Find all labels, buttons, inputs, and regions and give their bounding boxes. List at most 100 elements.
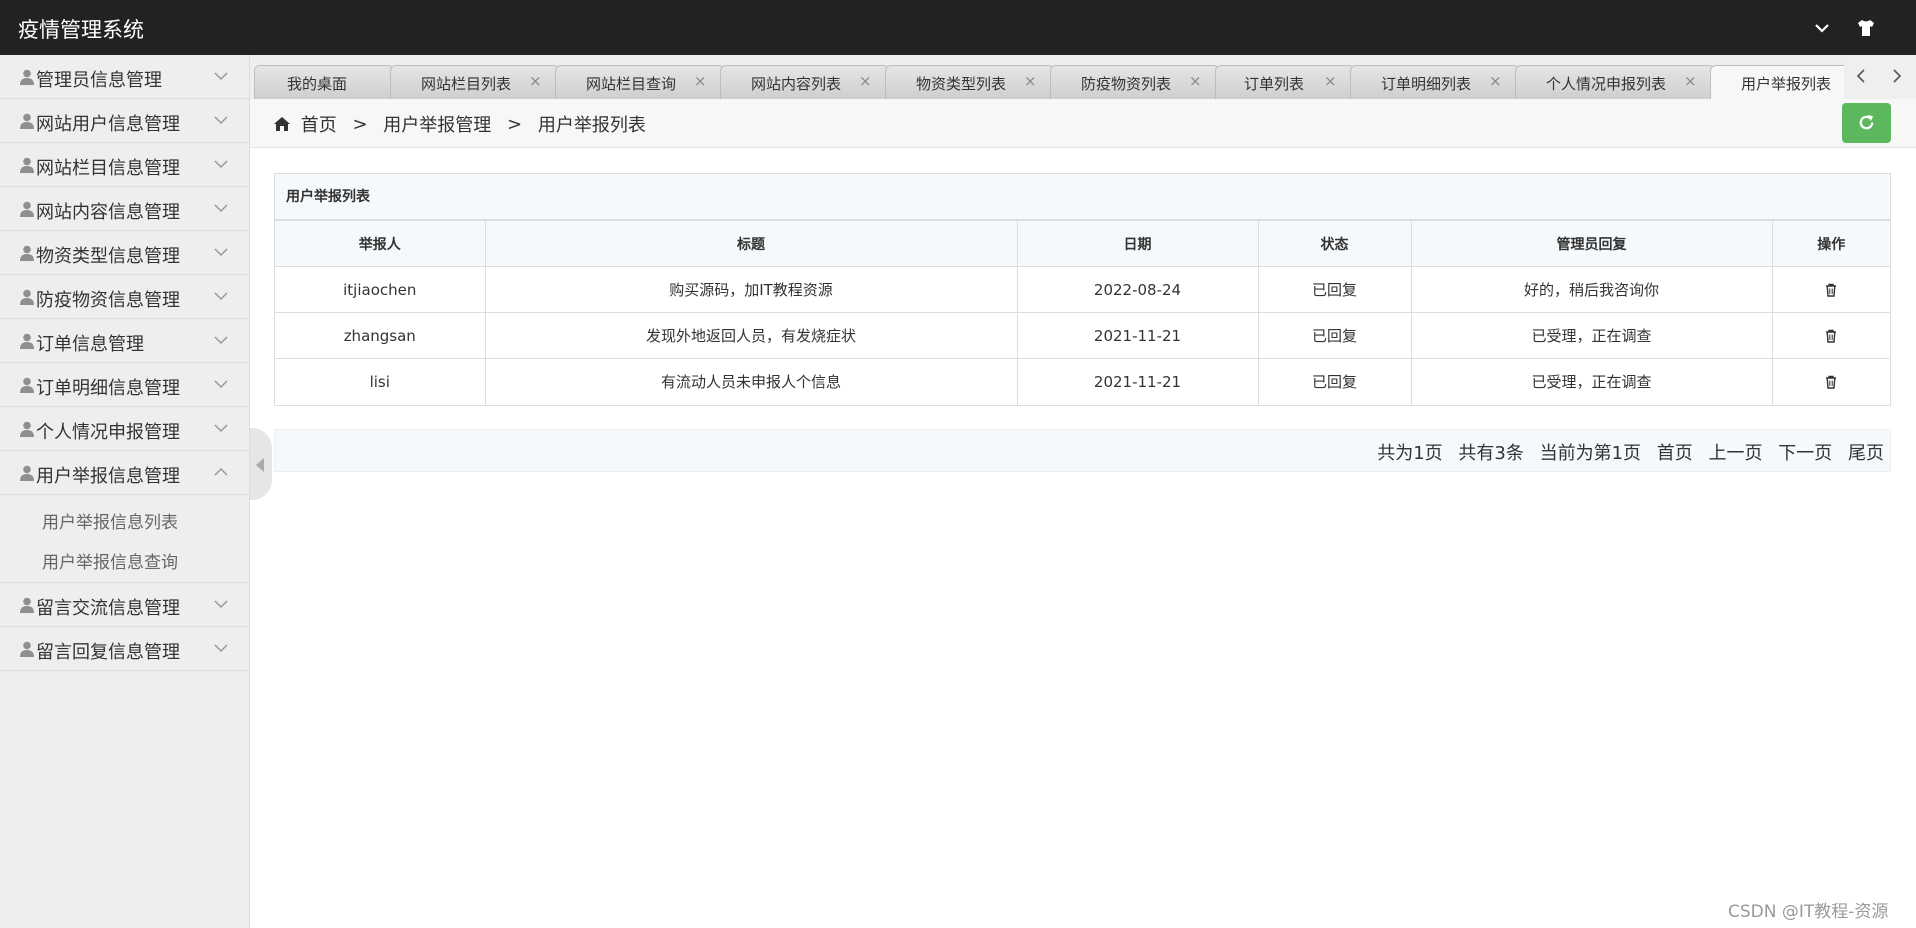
shirt-icon[interactable]	[1854, 16, 1878, 40]
tab-label: 订单列表	[1244, 75, 1305, 93]
pager-last-link[interactable]: 尾页	[1848, 443, 1884, 464]
tab-label: 网站栏目列表	[421, 75, 512, 93]
cell-reporter: itjiaochen	[275, 266, 486, 313]
cell-admin-reply: 已受理，正在调查	[1410, 358, 1773, 405]
column-header-title: 标题	[484, 220, 1018, 267]
close-icon[interactable]: ×	[694, 72, 707, 90]
pager-first-link[interactable]: 首页	[1657, 443, 1693, 464]
sidebar-item-site-user[interactable]: 网站用户信息管理	[0, 99, 249, 143]
cell-status: 已回复	[1257, 266, 1412, 313]
chevron-down-icon	[214, 644, 228, 653]
pager-current-page: 当前为第1页	[1539, 443, 1642, 464]
cell-title: 购买源码，加IT教程资源	[484, 266, 1018, 313]
chevron-down-icon	[214, 600, 228, 609]
tab-order-list[interactable]: 订单列表 ×	[1215, 65, 1355, 99]
close-icon[interactable]: ×	[1189, 72, 1202, 90]
tab-label: 物资类型列表	[916, 75, 1007, 93]
cell-date: 2022-08-24	[1016, 266, 1259, 313]
cell-actions	[1771, 266, 1890, 313]
tab-label: 防疫物资列表	[1081, 75, 1172, 93]
pager-total-pages: 共为1页	[1377, 443, 1443, 464]
sidebar-item-message-reply[interactable]: 留言回复信息管理	[0, 627, 249, 671]
tab-label: 网站内容列表	[751, 75, 842, 93]
tab-scroll-right[interactable]	[1880, 55, 1916, 99]
user-icon	[20, 377, 34, 393]
tab-order-detail-list[interactable]: 订单明细列表 ×	[1350, 65, 1520, 99]
sidebar-item-user-report[interactable]: 用户举报信息管理	[0, 451, 249, 495]
table-row: lisi 有流动人员未申报人个信息 2021-11-21 已回复 已受理，正在调…	[275, 358, 1890, 405]
report-table: 举报人 标题 日期 状态 管理员回复 操作 itjiaochen 购买源码，加I…	[275, 220, 1890, 405]
trash-icon[interactable]	[1825, 329, 1837, 343]
table-row: itjiaochen 购买源码，加IT教程资源 2022-08-24 已回复 好…	[275, 266, 1890, 313]
close-icon[interactable]: ×	[859, 72, 872, 90]
tab-scroll-left[interactable]	[1844, 55, 1880, 99]
chevron-down-icon[interactable]	[1810, 16, 1834, 40]
chevron-down-icon	[214, 160, 228, 169]
sidebar-item-personal-declaration[interactable]: 个人情况申报管理	[0, 407, 249, 451]
close-icon[interactable]: ×	[529, 72, 542, 90]
user-icon	[20, 245, 34, 261]
chevron-right-icon	[1893, 69, 1902, 83]
sidebar-item-admin[interactable]: 管理员信息管理	[0, 55, 249, 99]
chevron-down-icon	[214, 248, 228, 257]
caret-left-icon	[256, 458, 264, 472]
pagination-bar: 共为1页 共有3条 当前为第1页 首页 上一页 下一页 尾页	[274, 429, 1891, 472]
sidebar-collapse-handle[interactable]	[250, 428, 272, 500]
tab-site-content-list[interactable]: 网站内容列表 ×	[720, 65, 890, 99]
tab-label: 订单明细列表	[1381, 75, 1472, 93]
sidebar-item-orders[interactable]: 订单信息管理	[0, 319, 249, 363]
home-icon	[274, 117, 290, 131]
tab-supply-type-list[interactable]: 物资类型列表 ×	[885, 65, 1055, 99]
panel-title: 用户举报列表	[275, 174, 1890, 220]
close-icon[interactable]: ×	[1324, 72, 1337, 90]
trash-icon[interactable]	[1825, 283, 1837, 297]
tab-label: 个人情况申报列表	[1546, 75, 1667, 93]
sidebar-item-order-details[interactable]: 订单明细信息管理	[0, 363, 249, 407]
close-icon[interactable]: ×	[1024, 72, 1037, 90]
breadcrumb-separator: >	[507, 113, 523, 135]
sidebar-item-label: 订单明细信息管理	[36, 378, 180, 399]
column-header-status: 状态	[1257, 220, 1412, 267]
cell-title: 发现外地返回人员，有发烧症状	[484, 312, 1018, 359]
user-icon	[20, 157, 34, 173]
pager-prev-link[interactable]: 上一页	[1709, 443, 1763, 464]
cell-date: 2021-11-21	[1016, 312, 1259, 359]
submenu-item-report-list[interactable]: 用户举报信息列表	[0, 503, 249, 543]
tab-desktop[interactable]: 我的桌面	[254, 65, 394, 99]
sidebar-item-label: 留言回复信息管理	[36, 642, 180, 663]
app-title: 疫情管理系统	[18, 18, 144, 42]
breadcrumb-bar: 首页 > 用户举报管理 > 用户举报列表	[250, 99, 1916, 148]
sidebar-item-supply-type[interactable]: 物资类型信息管理	[0, 231, 249, 275]
pager-next-link[interactable]: 下一页	[1778, 443, 1832, 464]
tab-personal-declaration-list[interactable]: 个人情况申报列表 ×	[1515, 65, 1715, 99]
sidebar-item-site-content[interactable]: 网站内容信息管理	[0, 187, 249, 231]
trash-icon[interactable]	[1825, 375, 1837, 389]
watermark: CSDN @IT教程-资源	[1728, 902, 1889, 922]
refresh-icon	[1859, 114, 1874, 130]
tab-supplies-list[interactable]: 防疫物资列表 ×	[1050, 65, 1220, 99]
close-icon[interactable]: ×	[1489, 72, 1502, 90]
close-icon[interactable]: ×	[1684, 72, 1697, 90]
chevron-down-icon	[214, 380, 228, 389]
sidebar-item-site-column[interactable]: 网站栏目信息管理	[0, 143, 249, 187]
refresh-button[interactable]	[1842, 103, 1891, 143]
user-icon	[20, 69, 34, 85]
breadcrumb-level1[interactable]: 用户举报管理	[383, 115, 491, 136]
pager-total-records: 共有3条	[1458, 443, 1524, 464]
tab-site-column-list[interactable]: 网站栏目列表 ×	[390, 65, 560, 99]
cell-admin-reply: 已受理，正在调查	[1410, 312, 1773, 359]
submenu-item-report-query[interactable]: 用户举报信息查询	[0, 543, 249, 583]
column-header-reporter: 举报人	[275, 220, 486, 267]
table-row: zhangsan 发现外地返回人员，有发烧症状 2021-11-21 已回复 已…	[275, 312, 1890, 359]
user-icon	[20, 113, 34, 129]
sidebar-submenu-user-report: 用户举报信息列表 用户举报信息查询	[0, 495, 249, 583]
tab-site-column-query[interactable]: 网站栏目查询 ×	[555, 65, 725, 99]
sidebar-item-supplies[interactable]: 防疫物资信息管理	[0, 275, 249, 319]
sidebar-item-message[interactable]: 留言交流信息管理	[0, 583, 249, 627]
chevron-down-icon	[214, 424, 228, 433]
cell-status: 已回复	[1257, 358, 1412, 405]
breadcrumb-separator: >	[352, 113, 368, 135]
breadcrumb: 首页 > 用户举报管理 > 用户举报列表	[274, 111, 646, 137]
sidebar-item-label: 订单信息管理	[36, 334, 144, 355]
breadcrumb-home[interactable]: 首页	[301, 115, 337, 136]
